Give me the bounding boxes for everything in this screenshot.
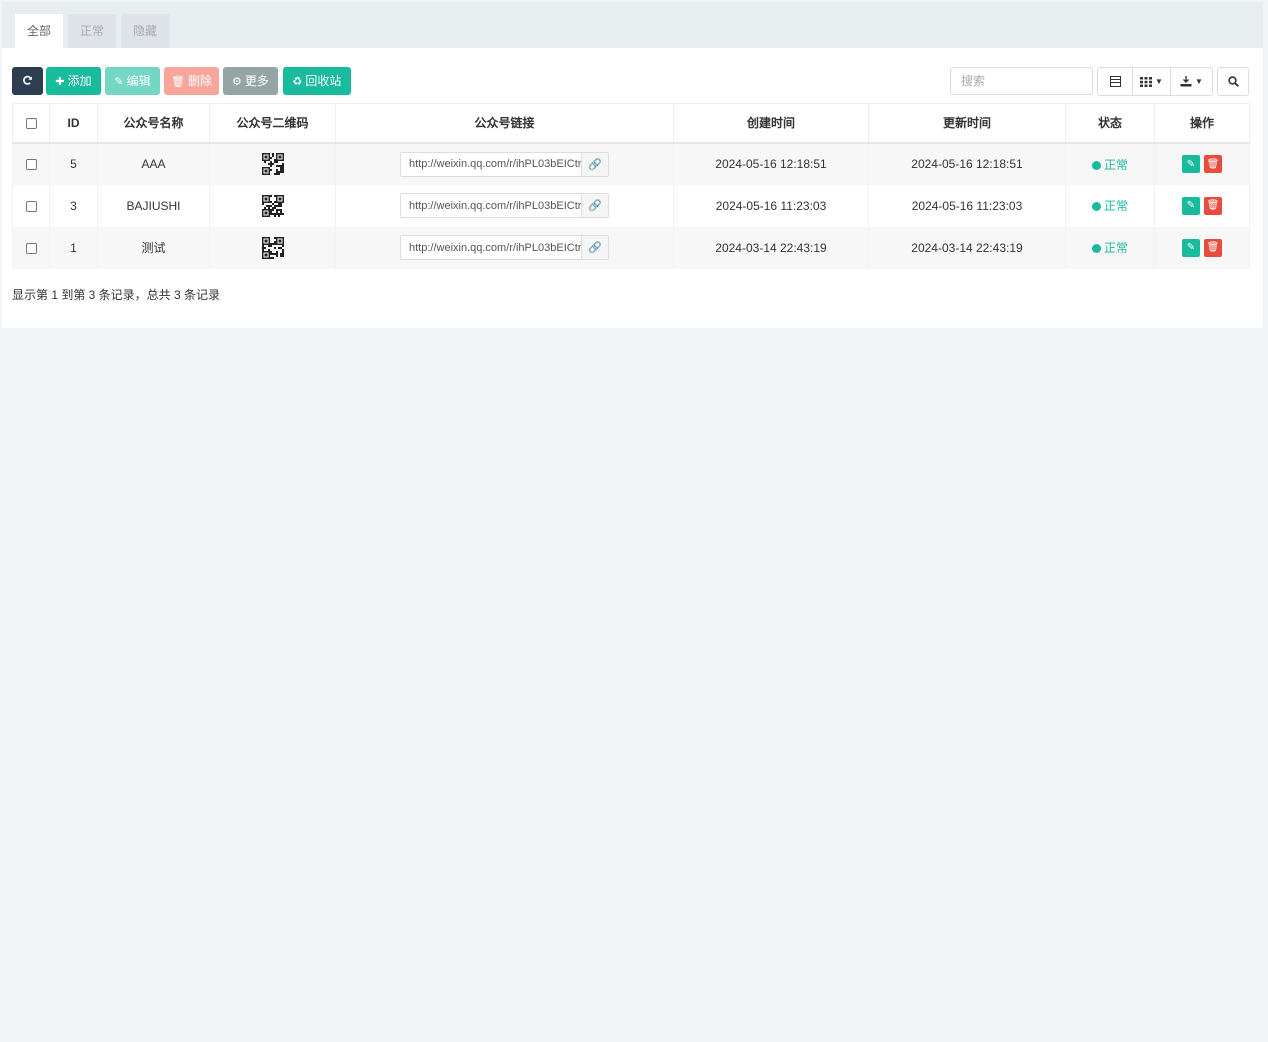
columns-icon <box>1140 76 1153 87</box>
toggle-view-button[interactable] <box>1097 67 1133 96</box>
select-all-checkbox[interactable] <box>25 118 37 130</box>
row-delete-button[interactable]: 🗑 <box>1204 155 1222 173</box>
table-row: 5 AAA 🔗 2024-05-16 12:18:51 2024-05-16 1… <box>12 142 1250 185</box>
status-dot-icon <box>1091 160 1101 170</box>
open-link-button[interactable]: 🔗 <box>582 194 608 217</box>
qrcode-thumbnail[interactable] <box>261 236 284 259</box>
edit-button[interactable]: ✎ 编辑 <box>105 67 160 95</box>
row-created: 2024-05-16 11:23:03 <box>673 184 869 227</box>
table-row: 3 BAJIUSHI 🔗 2024-05-16 11:23:03 2024-05… <box>12 184 1250 227</box>
row-name: BAJIUSHI <box>97 184 210 227</box>
status-dot-icon <box>1091 202 1101 211</box>
add-button[interactable]: ✚ 添加 <box>46 67 101 95</box>
row-updated: 2024-05-16 11:23:03 <box>868 184 1066 227</box>
search-icon <box>1227 76 1239 87</box>
qrcode-thumbnail[interactable] <box>261 153 284 175</box>
link-group: 🔗 <box>400 193 609 218</box>
pagination-summary: 显示第 1 到第 3 条记录，总共 3 条记录 <box>12 288 221 302</box>
row-checkbox[interactable] <box>25 242 37 254</box>
row-id: 1 <box>49 226 98 269</box>
more-button[interactable]: ⚙ 更多 <box>223 67 278 95</box>
pencil-icon: ✎ <box>1186 200 1196 211</box>
link-icon: 🔗 <box>588 242 602 254</box>
trash-icon: 🗑 <box>171 76 185 88</box>
row-created: 2024-05-16 12:18:51 <box>673 142 869 185</box>
link-input[interactable] <box>401 152 582 176</box>
caret-down-icon: ▼ <box>1155 77 1163 86</box>
qrcode-thumbnail[interactable] <box>261 194 284 217</box>
row-edit-button[interactable]: ✎ <box>1182 238 1200 257</box>
header-ops: 操作 <box>1154 103 1250 144</box>
select-all-cell <box>12 103 50 144</box>
row-delete-button[interactable]: 🗑 <box>1204 196 1222 215</box>
status-dot-icon <box>1091 244 1101 253</box>
trash-icon: 🗑 <box>1206 242 1220 253</box>
delete-button[interactable]: 🗑 删除 <box>164 67 219 95</box>
plus-icon: ✚ <box>55 76 65 88</box>
export-dropdown-button[interactable]: ▼ <box>1170 67 1213 96</box>
pencil-icon: ✎ <box>1186 242 1196 253</box>
tab-normal[interactable]: 正常 <box>68 14 116 48</box>
columns-dropdown-button[interactable]: ▼ <box>1132 67 1171 96</box>
table-row: 1 测试 🔗 2024-03-14 22:43:19 2024-03-14 22… <box>12 226 1250 269</box>
tab-bar: 全部 正常 隐藏 <box>2 2 1263 48</box>
pencil-icon: ✎ <box>114 76 124 88</box>
recycle-icon: ♻ <box>292 76 303 88</box>
row-edit-button[interactable]: ✎ <box>1182 155 1200 173</box>
recycle-bin-button[interactable]: ♻ 回收站 <box>283 67 351 95</box>
header-link[interactable]: 公众号链接 <box>335 103 674 144</box>
status-badge[interactable]: 正常 <box>1091 241 1128 255</box>
row-id: 5 <box>49 142 98 185</box>
link-group: 🔗 <box>400 235 609 260</box>
row-checkbox[interactable] <box>25 200 37 212</box>
caret-down-icon: ▼ <box>1195 77 1203 86</box>
row-id: 3 <box>49 184 98 227</box>
tab-all[interactable]: 全部 <box>15 14 63 48</box>
trash-icon: 🗑 <box>1206 158 1220 170</box>
status-badge[interactable]: 正常 <box>1091 199 1128 213</box>
row-delete-button[interactable]: 🗑 <box>1204 238 1222 257</box>
tab-hidden[interactable]: 隐藏 <box>121 14 169 48</box>
row-edit-button[interactable]: ✎ <box>1182 196 1200 215</box>
row-updated: 2024-03-14 22:43:19 <box>868 226 1066 269</box>
refresh-button[interactable] <box>12 67 43 95</box>
row-name: 测试 <box>97 226 210 269</box>
gear-icon: ⚙ <box>232 76 242 88</box>
link-group: 🔗 <box>400 151 609 177</box>
row-updated: 2024-05-16 12:18:51 <box>868 142 1066 185</box>
open-link-button[interactable]: 🔗 <box>582 152 608 176</box>
link-icon: 🔗 <box>588 200 602 212</box>
open-link-button[interactable]: 🔗 <box>582 236 608 259</box>
row-checkbox[interactable] <box>25 159 37 171</box>
table-header-row: ID 公众号名称 公众号二维码 公众号链接 创建时间 更新时间 状态 操作 <box>12 103 1250 144</box>
row-created: 2024-03-14 22:43:19 <box>673 226 869 269</box>
trash-icon: 🗑 <box>1206 200 1220 211</box>
search-button[interactable] <box>1217 67 1249 96</box>
link-input[interactable] <box>401 194 582 217</box>
data-table: ID 公众号名称 公众号二维码 公众号链接 创建时间 更新时间 状态 操作 5 … <box>12 103 1250 269</box>
export-icon <box>1180 76 1192 87</box>
link-icon: 🔗 <box>588 158 602 171</box>
header-status[interactable]: 状态 <box>1065 103 1155 144</box>
link-input[interactable] <box>401 236 582 259</box>
header-name[interactable]: 公众号名称 <box>97 103 210 144</box>
pencil-icon: ✎ <box>1186 158 1196 170</box>
table-view-icon <box>1109 76 1121 87</box>
header-qrcode[interactable]: 公众号二维码 <box>209 103 336 144</box>
row-name: AAA <box>97 142 210 185</box>
status-badge[interactable]: 正常 <box>1091 158 1128 172</box>
header-id[interactable]: ID <box>49 103 98 144</box>
header-updated[interactable]: 更新时间 <box>868 103 1066 144</box>
refresh-icon <box>23 75 32 85</box>
header-created[interactable]: 创建时间 <box>673 103 869 144</box>
search-input[interactable] <box>950 67 1093 95</box>
